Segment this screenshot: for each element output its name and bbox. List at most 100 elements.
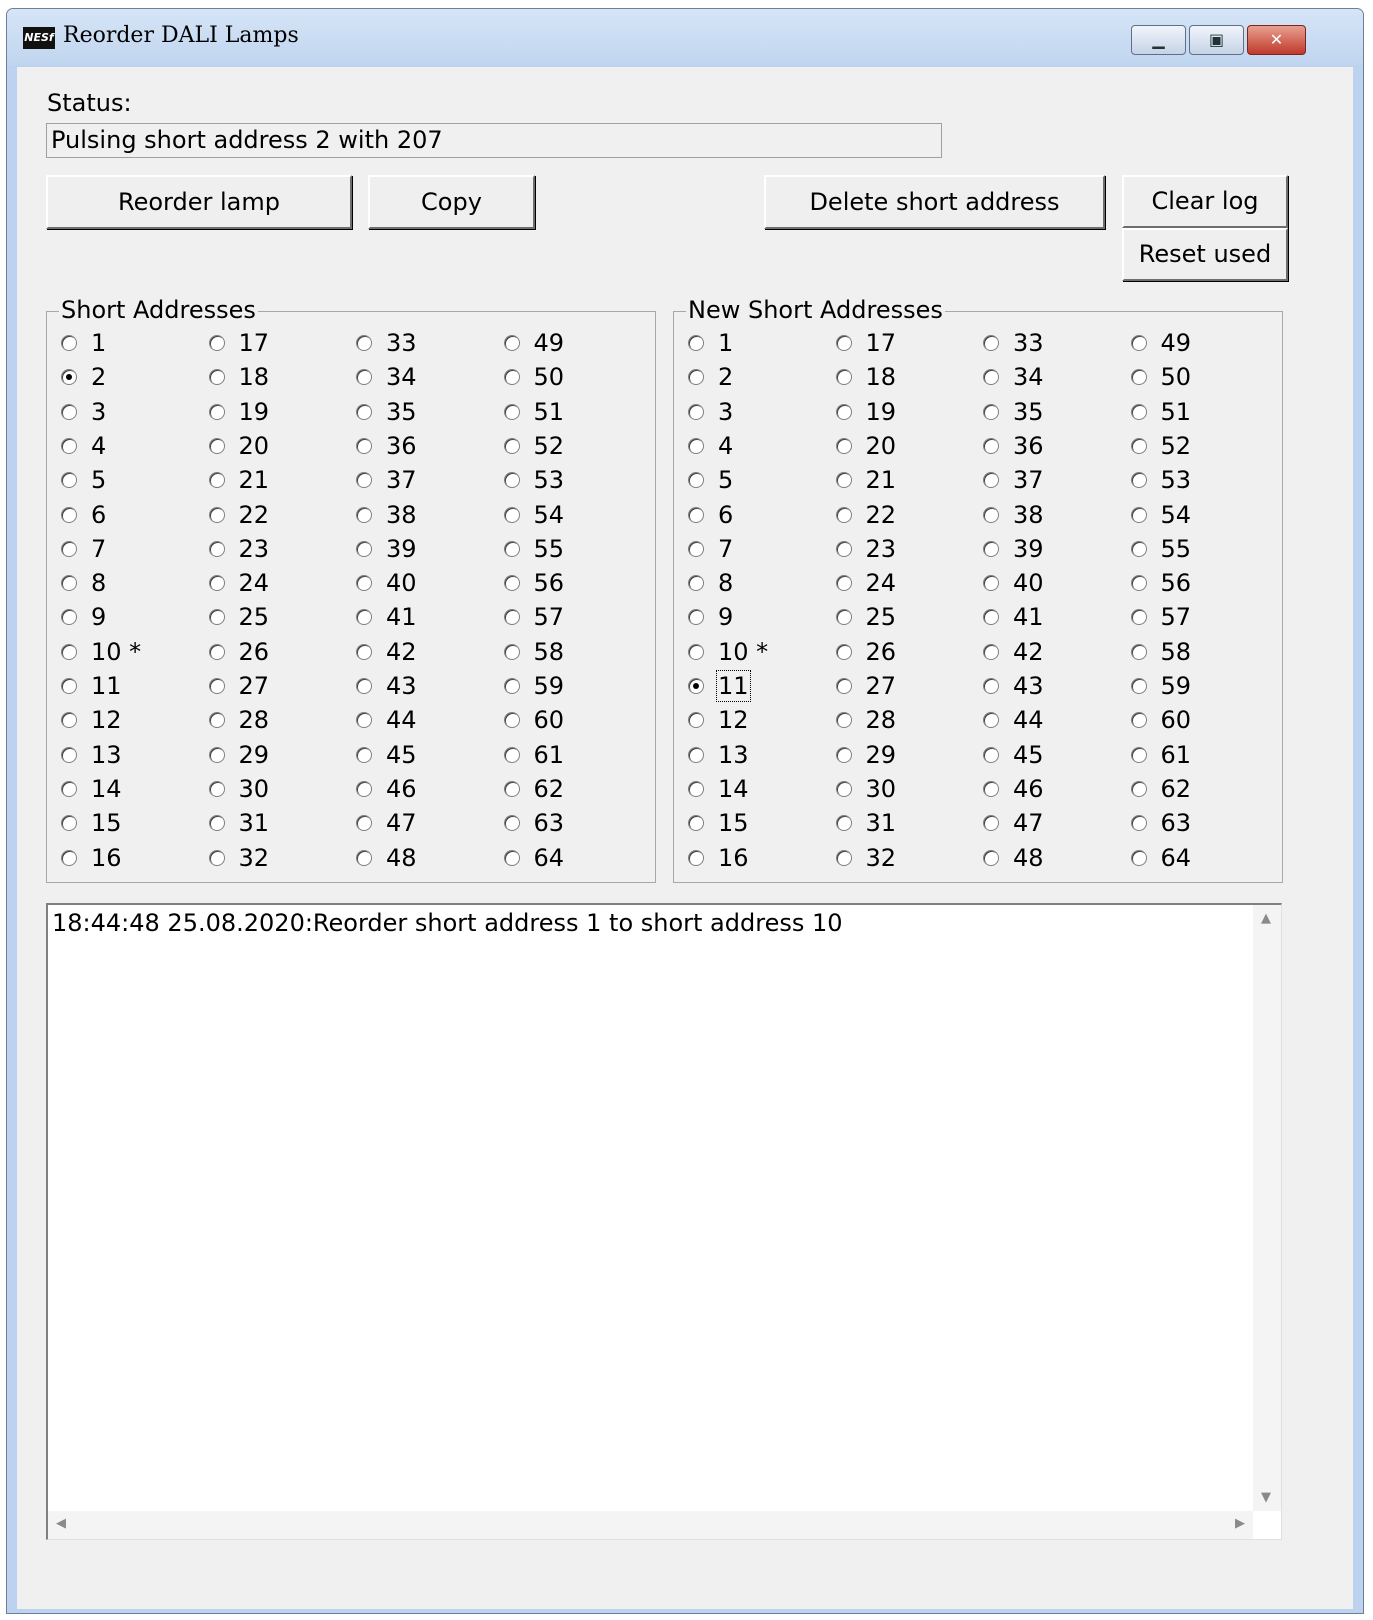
radio-button-icon[interactable] (983, 575, 999, 592)
short-address-radio[interactable]: 10 * (61, 637, 141, 667)
radio-button-icon[interactable] (688, 540, 704, 557)
new-short-address-radio[interactable]: 51 (1130, 397, 1191, 427)
radio-button-icon[interactable] (688, 335, 704, 351)
short-address-radio[interactable]: 17 (208, 328, 269, 358)
short-address-radio[interactable]: 27 (208, 671, 269, 701)
radio-button-icon[interactable] (208, 369, 225, 386)
radio-button-icon[interactable] (356, 712, 372, 729)
new-short-address-radio[interactable]: 7 (688, 534, 733, 564)
new-short-address-radio[interactable]: 52 (1130, 431, 1191, 461)
radio-button-icon[interactable] (688, 437, 704, 454)
short-address-radio[interactable]: 30 (208, 774, 269, 804)
new-short-address-radio[interactable]: 15 (688, 808, 749, 838)
short-address-radio[interactable]: 8 (61, 568, 106, 598)
radio-button-icon[interactable] (208, 575, 225, 592)
short-address-radio[interactable]: 55 (503, 534, 564, 564)
horizontal-scrollbar[interactable]: ◀ ▶ (48, 1511, 1253, 1539)
radio-button-icon[interactable] (983, 815, 999, 832)
new-short-address-radio[interactable]: 38 (983, 500, 1044, 530)
radio-button-icon[interactable] (208, 712, 225, 729)
new-short-address-radio[interactable]: 6 (688, 500, 733, 530)
new-short-address-radio[interactable]: 60 (1130, 705, 1191, 735)
radio-button-icon[interactable] (61, 746, 77, 763)
radio-button-icon[interactable] (503, 437, 520, 454)
radio-button-icon[interactable] (503, 609, 520, 626)
short-address-radio[interactable]: 64 (503, 843, 564, 873)
new-short-address-radio[interactable]: 22 (835, 500, 896, 530)
new-short-address-radio[interactable]: 13 (688, 740, 749, 770)
radio-button-icon[interactable] (835, 472, 852, 489)
radio-button-icon[interactable] (356, 575, 372, 592)
short-address-radio[interactable]: 16 (61, 843, 122, 873)
radio-button-icon[interactable] (356, 403, 372, 420)
radio-button-icon[interactable] (61, 472, 77, 489)
short-address-radio[interactable]: 49 (503, 328, 564, 358)
short-address-radio[interactable]: 4 (61, 431, 106, 461)
radio-button-icon[interactable] (61, 712, 77, 729)
new-short-address-radio[interactable]: 44 (983, 705, 1044, 735)
short-address-radio[interactable]: 5 (61, 465, 106, 495)
new-short-address-radio[interactable]: 33 (983, 328, 1044, 358)
radio-button-icon[interactable] (688, 403, 704, 420)
new-short-address-radio[interactable]: 54 (1130, 500, 1191, 530)
radio-button-icon[interactable] (688, 678, 704, 694)
short-address-radio[interactable]: 47 (356, 808, 417, 838)
new-short-address-radio[interactable]: 35 (983, 397, 1044, 427)
radio-button-icon[interactable] (1130, 849, 1147, 866)
radio-button-icon[interactable] (1130, 506, 1147, 523)
delete-short-address-button[interactable]: Delete short address (764, 175, 1105, 229)
close-button[interactable]: ✕ (1247, 25, 1306, 55)
radio-button-icon[interactable] (356, 335, 372, 351)
new-short-address-radio[interactable]: 23 (835, 534, 896, 564)
radio-button-icon[interactable] (835, 540, 852, 557)
radio-button-icon[interactable] (61, 369, 77, 386)
short-address-radio[interactable]: 26 (208, 637, 269, 667)
scroll-up-icon[interactable]: ▲ (1261, 911, 1271, 926)
radio-button-icon[interactable] (61, 815, 77, 832)
radio-button-icon[interactable] (503, 575, 520, 592)
radio-button-icon[interactable] (835, 609, 852, 626)
radio-button-icon[interactable] (503, 369, 520, 386)
short-address-radio[interactable]: 3 (61, 397, 106, 427)
radio-button-icon[interactable] (983, 678, 999, 694)
short-address-radio[interactable]: 6 (61, 500, 106, 530)
radio-button-icon[interactable] (688, 643, 704, 660)
radio-button-icon[interactable] (688, 746, 704, 763)
short-address-radio[interactable]: 43 (356, 671, 417, 701)
radio-button-icon[interactable] (835, 403, 852, 420)
radio-button-icon[interactable] (983, 403, 999, 420)
short-address-radio[interactable]: 40 (356, 568, 417, 598)
radio-button-icon[interactable] (208, 780, 225, 797)
scroll-left-icon[interactable]: ◀ (56, 1516, 66, 1531)
radio-button-icon[interactable] (983, 849, 999, 866)
radio-button-icon[interactable] (356, 780, 372, 797)
radio-button-icon[interactable] (1130, 780, 1147, 797)
new-short-address-radio[interactable]: 12 (688, 705, 749, 735)
new-short-address-radio[interactable]: 57 (1130, 602, 1191, 632)
radio-button-icon[interactable] (208, 472, 225, 489)
radio-button-icon[interactable] (1130, 369, 1147, 386)
new-short-address-radio[interactable]: 14 (688, 774, 749, 804)
radio-button-icon[interactable] (208, 746, 225, 763)
short-address-radio[interactable]: 2 (61, 362, 106, 392)
radio-button-icon[interactable] (983, 643, 999, 660)
radio-button-icon[interactable] (356, 369, 372, 386)
radio-button-icon[interactable] (835, 643, 852, 660)
radio-button-icon[interactable] (688, 815, 704, 832)
short-address-radio[interactable]: 63 (503, 808, 564, 838)
new-short-address-radio[interactable]: 39 (983, 534, 1044, 564)
scroll-right-icon[interactable]: ▶ (1235, 1516, 1245, 1531)
radio-button-icon[interactable] (356, 678, 372, 694)
radio-button-icon[interactable] (1130, 609, 1147, 626)
short-address-radio[interactable]: 34 (356, 362, 417, 392)
radio-button-icon[interactable] (835, 369, 852, 386)
short-address-radio[interactable]: 29 (208, 740, 269, 770)
short-address-radio[interactable]: 32 (208, 843, 269, 873)
radio-button-icon[interactable] (208, 849, 225, 866)
short-address-radio[interactable]: 52 (503, 431, 564, 461)
new-short-address-radio[interactable]: 45 (983, 740, 1044, 770)
radio-button-icon[interactable] (983, 540, 999, 557)
radio-button-icon[interactable] (503, 643, 520, 660)
radio-button-icon[interactable] (61, 678, 77, 694)
short-address-radio[interactable]: 11 (61, 671, 122, 701)
